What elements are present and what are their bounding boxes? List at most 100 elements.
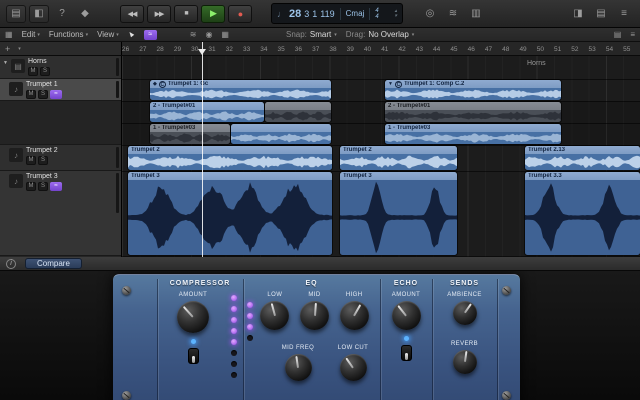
lcd-stepper-icon[interactable]: ▴▾ — [394, 9, 397, 19]
list-editors-icon[interactable]: ≡ — [614, 5, 634, 23]
audio-region[interactable]: Trumpet 2 — [128, 146, 332, 170]
audio-region[interactable] — [265, 102, 331, 122]
ruler-bar-label: 52 — [571, 46, 578, 53]
panels-icon[interactable]: ▤ — [614, 30, 622, 39]
smart-controls-body: COMPRESSOR AMOUNT EQ LOW — [0, 271, 640, 400]
record-button[interactable]: ● — [228, 5, 252, 23]
ruler-bar-label: 50 — [537, 46, 544, 53]
mixer-icon[interactable]: ▥ — [466, 5, 486, 23]
zoom-grid-icon[interactable]: ▦ — [221, 30, 229, 39]
snap-menu[interactable]: Snap: Smart ▾ — [286, 30, 337, 39]
list-icon[interactable]: ≡ — [630, 30, 635, 39]
solo-button[interactable]: S — [38, 156, 48, 165]
audio-region[interactable]: Trumpet 2.13 — [525, 146, 640, 170]
track-header-trumpet-3[interactable]: ♪ Trumpet 3 M S ≈ Flex Pitch▾ — [0, 171, 121, 256]
functions-menu[interactable]: Functions▾ — [49, 30, 88, 39]
region-header: Trumpet 3 — [128, 172, 332, 180]
drag-menu[interactable]: Drag: No Overlap ▾ — [346, 30, 415, 39]
take-folder-icon[interactable]: ◆ — [153, 81, 157, 87]
quick-help-icon[interactable]: ? — [52, 5, 72, 23]
mute-button[interactable]: M — [26, 182, 36, 191]
audio-region[interactable]: 1 - Trumpet#03 — [150, 124, 230, 144]
ruler-bar-label: 42 — [398, 46, 405, 53]
comp-badge-icon[interactable]: C — [395, 81, 402, 88]
compare-button[interactable]: Compare — [25, 258, 82, 269]
compressor-power-switch[interactable] — [188, 348, 199, 364]
flex-icon[interactable]: ≈ — [50, 182, 62, 191]
audio-region[interactable]: 1 - Trumpet#03 — [385, 124, 561, 144]
mute-button[interactable]: M — [28, 67, 38, 76]
echo-amount-knob[interactable] — [392, 301, 421, 330]
sends-ambience-knob[interactable] — [453, 301, 477, 325]
solo-button[interactable]: S — [38, 182, 48, 191]
track-options-icon[interactable]: ▾ — [18, 46, 21, 52]
audio-region[interactable]: Trumpet 3.3 — [525, 172, 640, 255]
eq-mid-knob[interactable] — [300, 301, 329, 330]
logic-pro-window: ▤ ◧ ? ◆ ◀◀ ▶▶ ■ ▶ ● ♩ 28 3 1 119 Cmaj 44… — [0, 0, 640, 400]
sends-reverb-knob[interactable] — [453, 350, 477, 374]
audio-region[interactable]: ▼CTrumpet 1: Comp C.2 — [385, 80, 561, 100]
compressor-amount-knob[interactable] — [177, 301, 209, 333]
region-header — [231, 124, 331, 132]
flex-mode-icon[interactable]: ≈ — [144, 30, 157, 40]
info-icon[interactable]: i — [6, 259, 16, 269]
echo-power-switch[interactable] — [401, 345, 412, 361]
ruler-bar-label: 27 — [139, 46, 146, 53]
transport-controls: ◀◀ ▶▶ ■ ▶ ● — [120, 5, 252, 23]
solo-button[interactable]: S — [40, 67, 50, 76]
cycle-icon[interactable]: ◎ — [420, 5, 440, 23]
audio-region[interactable] — [231, 124, 331, 144]
audio-region[interactable]: Trumpet 3 — [340, 172, 457, 255]
knob-label: MID — [295, 292, 335, 298]
grid-icon[interactable]: ▦ — [5, 30, 13, 39]
comp-badge-icon[interactable]: C — [159, 81, 166, 88]
ruler-bar-label: 40 — [364, 46, 371, 53]
track-header-trumpet-1[interactable]: ♪ Trumpet 1 M S ≈ — [0, 79, 121, 101]
inspector-icon[interactable]: ◧ — [29, 5, 49, 23]
region-label: 2 - Trumpet#01 — [153, 103, 195, 109]
take-folder-icon[interactable]: ▼ — [388, 81, 393, 87]
track-icon: ▤ — [11, 59, 25, 73]
solo-button[interactable]: S — [38, 90, 48, 99]
timeline-ruler[interactable]: + ▾ 262728293031323334353637383940414243… — [0, 42, 640, 56]
forward-button[interactable]: ▶▶ — [147, 5, 171, 23]
eq-low-cut-knob[interactable] — [340, 354, 367, 381]
lcd-display[interactable]: ♩ 28 3 1 119 Cmaj 44 ▴▾ — [271, 3, 403, 24]
edit-menu[interactable]: Edit▾ — [22, 30, 40, 39]
disclosure-icon[interactable]: ▼ — [3, 58, 11, 78]
region-header — [265, 102, 331, 110]
editors-icon[interactable]: ◨ — [568, 5, 588, 23]
region-label: 2 - Trumpet#01 — [388, 103, 430, 109]
audio-region[interactable]: 2 - Trumpet#01 — [385, 102, 561, 122]
panels-icon[interactable]: ▤ — [591, 5, 611, 23]
mute-button[interactable]: M — [26, 156, 36, 165]
play-button[interactable]: ▶ — [201, 5, 225, 23]
mute-button[interactable]: M — [26, 90, 36, 99]
audio-region[interactable]: ◆CTrumpet 1: Gc — [150, 80, 331, 100]
settings-icon[interactable]: ◆ — [75, 5, 95, 23]
audio-region[interactable]: Trumpet 3 — [128, 172, 332, 255]
library-icon[interactable]: ▤ — [6, 5, 26, 23]
lcd-time-signature: 44 — [375, 8, 378, 20]
knob-label: AMOUNT — [384, 292, 428, 298]
flex-icon[interactable]: ≈ — [50, 90, 62, 99]
eq-low-knob[interactable] — [260, 301, 289, 330]
audio-region[interactable]: Trumpet 2 — [340, 146, 457, 170]
ruler-bar-label: 35 — [278, 46, 285, 53]
eq-mid-freq-knob[interactable] — [285, 354, 312, 381]
flex-edit-icon[interactable]: ≋ — [190, 30, 197, 39]
eq-high-knob[interactable] — [340, 301, 369, 330]
knob-label: MID FREQ — [273, 345, 323, 351]
add-track-button[interactable]: + — [5, 44, 10, 54]
region-waveform — [525, 154, 640, 170]
pointer-tool-icon[interactable]: ▲ — [126, 29, 137, 40]
knob-label: LOW — [255, 292, 295, 298]
rewind-button[interactable]: ◀◀ — [120, 5, 144, 23]
view-menu[interactable]: View▾ — [97, 30, 119, 39]
track-header-trumpet-2[interactable]: ♪ Trumpet 2 M S — [0, 145, 121, 171]
track-header-horns[interactable]: ▼ ▤ Horns M S — [0, 56, 121, 79]
stop-button[interactable]: ■ — [174, 5, 198, 23]
audio-region[interactable]: 2 - Trumpet#01 — [150, 102, 264, 122]
flex-view-icon[interactable]: ≋ — [443, 5, 463, 23]
automation-icon[interactable]: ◉ — [205, 30, 212, 39]
